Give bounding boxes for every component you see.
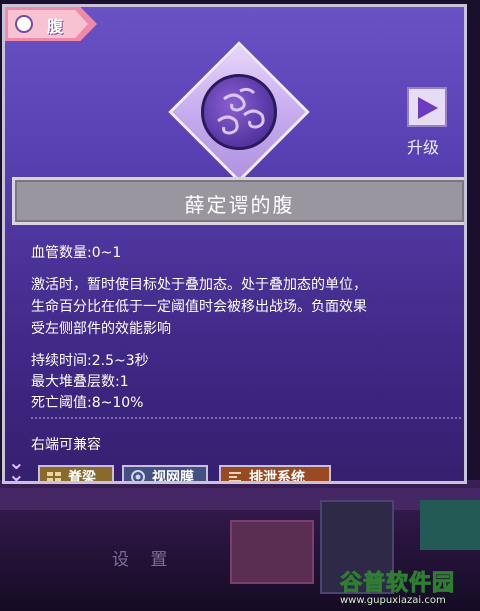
retina-icon [131, 470, 145, 481]
stat-duration: 持续时间:2.5~3秒 [31, 353, 149, 369]
divider [31, 417, 461, 419]
settings-button[interactable]: 设 置 [112, 545, 175, 570]
watermark-title: 谷普软件园 [340, 571, 456, 597]
upgrade-label[interactable]: 升级 [407, 134, 439, 158]
organ-name: 薛定谔的腹 [184, 193, 295, 217]
vessel-count: 血管数量:0~1 [31, 245, 122, 261]
compat-chip-label: 排泄系统 [249, 470, 305, 484]
organ-portrait [168, 41, 310, 183]
stat-max-stacks: 最大堆叠层数:1 [31, 374, 129, 390]
compat-label: 右端可兼容 [31, 437, 101, 453]
spine-icon [47, 472, 61, 481]
organ-icon [15, 15, 33, 33]
category-tag: 腹 [5, 7, 97, 41]
background-machine [420, 500, 480, 550]
background-machine [230, 520, 314, 584]
scroll-down-icon[interactable]: ⌄ ⌄ [8, 452, 25, 484]
watermark: 谷普软件园 www.gupuxiazai.com [340, 565, 475, 609]
upgrade-button[interactable] [407, 87, 447, 127]
compat-chip-label: 脊梁 [68, 470, 96, 484]
swirl-orb-icon [201, 74, 277, 150]
background-bar [0, 488, 480, 510]
compat-chip-spine[interactable]: 脊梁 [38, 465, 114, 484]
compat-chip-excretion[interactable]: 排泄系统 [219, 465, 331, 484]
organ-name-bar: 薛定谔的腹 [12, 177, 464, 225]
compat-chip-label: 视网膜 [152, 470, 194, 484]
excretion-icon [229, 472, 241, 481]
description-line: 生命百分比在低于一定阈值时会被移出战场。负面效果 [31, 299, 367, 315]
category-label: 腹 [47, 17, 64, 36]
description-line: 激活时，暂时使目标处于叠加态。处于叠加态的单位， [31, 277, 367, 293]
arrow-right-icon [418, 97, 438, 119]
compat-chip-retina[interactable]: 视网膜 [122, 465, 208, 484]
stat-death-threshold: 死亡阈值:8~10% [31, 395, 144, 411]
organ-card: 腹 升级 薛定谔的腹 血管数量:0~1 激活时，暂时使目标处于叠加态。处于叠加态… [2, 4, 467, 484]
description-line: 受左侧部件的效能影响 [31, 321, 171, 337]
